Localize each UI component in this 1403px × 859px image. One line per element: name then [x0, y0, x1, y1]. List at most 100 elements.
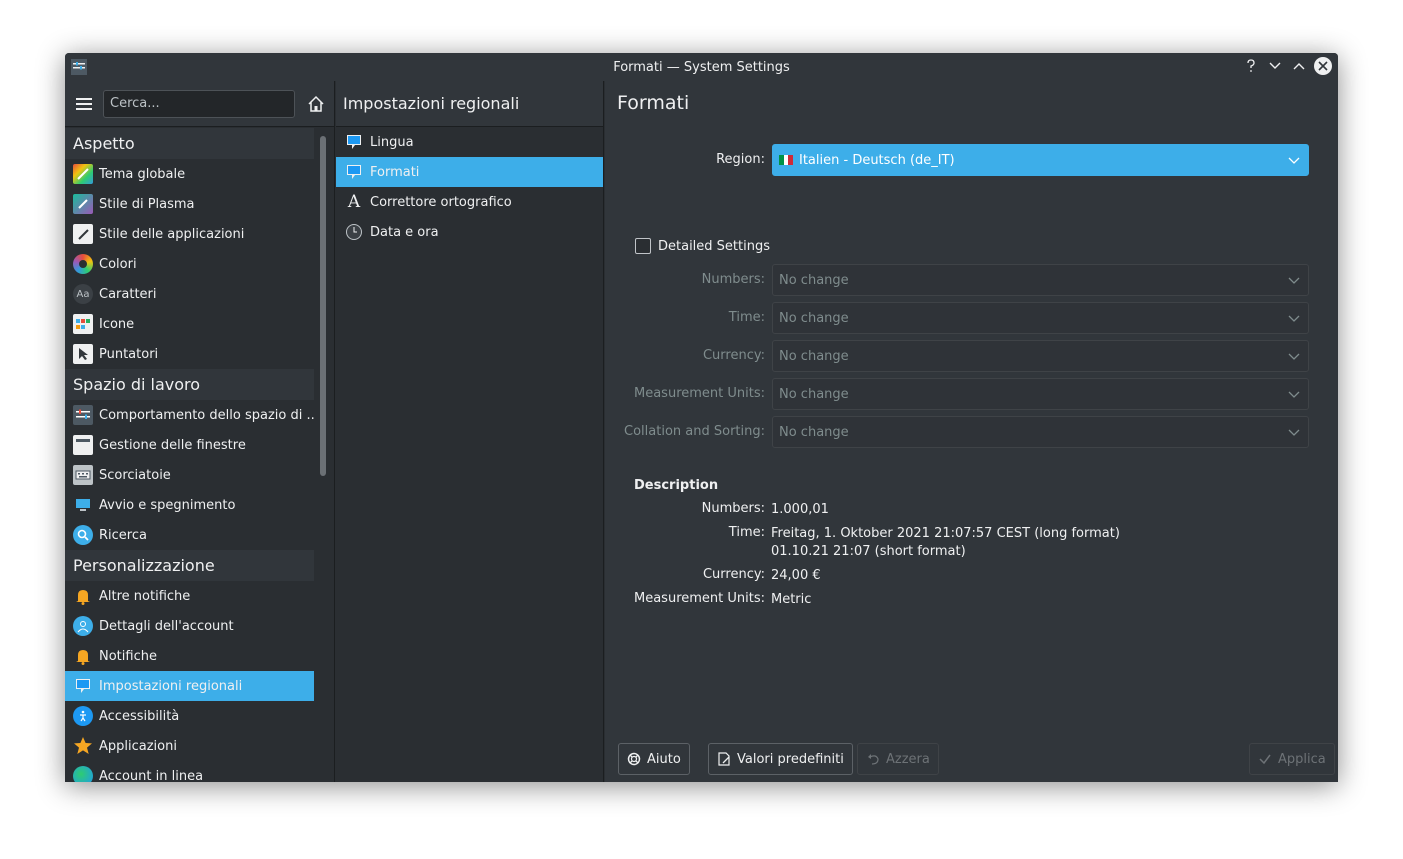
sidebar-item-label: Puntatori	[99, 346, 159, 362]
defaults-button[interactable]: Valori predefiniti	[708, 743, 853, 775]
home-icon[interactable]	[305, 93, 327, 115]
lifebuoy-icon	[627, 752, 641, 766]
window-title: Formati — System Settings	[613, 59, 790, 75]
clock-icon	[344, 222, 364, 242]
apply-button-label: Applica	[1278, 751, 1326, 767]
sidebar-item-impostazioni-regionali[interactable]: Impostazioni regionali	[65, 671, 314, 701]
sidebar-item-label: Avvio e spegnimento	[99, 497, 236, 513]
search-input[interactable]: Cerca...	[103, 89, 295, 118]
chevron-down-icon	[1288, 277, 1300, 284]
sidebar-item-avvio-spegnimento[interactable]: Avvio e spegnimento	[65, 490, 314, 520]
sidebar-item-label: Gestione delle finestre	[99, 437, 246, 453]
description-time-long: Freitag, 1. Oktober 2021 21:07:57 CEST (…	[771, 526, 1120, 541]
close-icon[interactable]	[1314, 57, 1332, 75]
plasma-style-icon	[73, 194, 93, 214]
subcategory-item-correttore[interactable]: A Correttore ortografico	[336, 187, 603, 217]
help-button[interactable]: Aiuto	[618, 743, 690, 775]
help-question-icon[interactable]	[1242, 57, 1260, 75]
sidebar-scrollbar[interactable]	[320, 136, 326, 476]
sidebar-item-puntatori[interactable]: Puntatori	[65, 339, 314, 369]
numbers-select-value: No change	[779, 272, 849, 288]
time-select-value: No change	[779, 310, 849, 326]
sidebar-item-label: Applicazioni	[99, 738, 177, 754]
description-units-label: Measurement Units:	[634, 591, 765, 606]
sidebar-item-label: Accessibilità	[99, 708, 180, 724]
accessibility-icon	[73, 706, 93, 726]
collation-select-value: No change	[779, 424, 849, 440]
subcategory-item-lingua[interactable]: Lingua	[336, 127, 603, 157]
subcategory-item-formati[interactable]: Formati	[336, 157, 603, 187]
language-icon	[344, 132, 364, 152]
sidebar-item-icone[interactable]: Icone	[65, 309, 314, 339]
italy-flag-icon	[779, 155, 794, 165]
sidebar-item-colori[interactable]: Colori	[65, 249, 314, 279]
window-management-icon	[73, 435, 93, 455]
help-button-label: Aiuto	[647, 751, 681, 767]
currency-label: Currency:	[702, 348, 765, 363]
page-title: Formati	[617, 92, 690, 114]
subcategory-panel: Impostazioni regionali Lingua Formati A …	[336, 81, 604, 782]
detailed-settings-checkbox[interactable]	[635, 238, 651, 254]
user-icon	[73, 616, 93, 636]
currency-select[interactable]: No change	[772, 340, 1309, 372]
sidebar-list: Aspetto Tema globale Stile di Plasma Sti…	[65, 128, 314, 782]
cursors-icon	[73, 344, 93, 364]
sidebar-item-scorciatoie[interactable]: Scorciatoie	[65, 460, 314, 490]
sidebar-item-stile-di-plasma[interactable]: Stile di Plasma	[65, 189, 314, 219]
region-value: Italien - Deutsch (de_IT)	[799, 152, 955, 168]
fonts-icon: Aa	[73, 284, 93, 304]
numbers-select[interactable]: No change	[772, 264, 1309, 296]
detailed-settings-row: Detailed Settings	[635, 238, 770, 254]
icons-icon	[73, 314, 93, 334]
reset-button[interactable]: Azzera	[857, 743, 939, 775]
chevron-down-icon	[1288, 391, 1300, 398]
sidebar-item-accessibilita[interactable]: Accessibilità	[65, 701, 314, 731]
sidebar-item-label: Dettagli dell'account	[99, 618, 234, 634]
description-numbers-label: Numbers:	[701, 501, 765, 516]
minimize-chevron-down-icon[interactable]	[1266, 57, 1284, 75]
sidebar-item-altre-notifiche[interactable]: Altre notifiche	[65, 581, 314, 611]
undo-icon	[866, 752, 880, 766]
measurement-select[interactable]: No change	[772, 378, 1309, 410]
globe-icon	[73, 766, 93, 782]
sidebar-item-label: Impostazioni regionali	[99, 678, 243, 694]
sidebar-item-notifiche[interactable]: Notifiche	[65, 641, 314, 671]
sidebar-item-comportamento-spazio[interactable]: Comportamento dello spazio di ...	[65, 400, 314, 430]
sidebar-item-label: Altre notifiche	[99, 588, 191, 604]
time-select[interactable]: No change	[772, 302, 1309, 334]
subcategory-header: Impostazioni regionali	[336, 81, 603, 127]
sidebar-item-label: Scorciatoie	[99, 467, 171, 483]
chevron-down-icon	[1288, 157, 1300, 164]
time-row: Time: No change	[605, 302, 1338, 334]
description-numbers-value: 1.000,01	[771, 502, 829, 517]
hamburger-menu-icon[interactable]	[73, 93, 95, 115]
spellcheck-icon: A	[347, 192, 361, 212]
category-label: Spazio di lavoro	[73, 375, 201, 394]
reset-button-label: Azzera	[886, 751, 930, 767]
system-settings-app-icon	[71, 59, 87, 75]
sidebar-item-ricerca[interactable]: Ricerca	[65, 520, 314, 550]
sidebar-item-label: Account in linea	[99, 768, 204, 783]
sidebar-item-caratteri[interactable]: Aa Caratteri	[65, 279, 314, 309]
detailed-settings-label[interactable]: Detailed Settings	[658, 239, 770, 254]
apply-button[interactable]: Applica	[1249, 743, 1335, 775]
sidebar-item-account-in-linea[interactable]: Account in linea	[65, 761, 314, 782]
chevron-down-icon	[1288, 315, 1300, 322]
title-bar[interactable]: Formati — System Settings	[65, 53, 1338, 81]
subcategory-label: Data e ora	[370, 224, 439, 240]
sidebar-item-dettagli-account[interactable]: Dettagli dell'account	[65, 611, 314, 641]
sidebar-item-tema-globale[interactable]: Tema globale	[65, 159, 314, 189]
subcategory-item-data-ora[interactable]: Data e ora	[336, 217, 603, 247]
workspace-behavior-icon	[73, 405, 93, 425]
region-select[interactable]: Italien - Deutsch (de_IT)	[772, 144, 1309, 176]
collation-select[interactable]: No change	[772, 416, 1309, 448]
chevron-down-icon	[1288, 429, 1300, 436]
sidebar-item-gestione-finestre[interactable]: Gestione delle finestre	[65, 430, 314, 460]
sidebar-item-stile-delle-applicazioni[interactable]: Stile delle applicazioni	[65, 219, 314, 249]
sidebar-header: Cerca...	[65, 81, 334, 127]
category-label: Personalizzazione	[73, 556, 215, 575]
category-spazio-di-lavoro: Spazio di lavoro	[65, 369, 314, 400]
sidebar-item-label: Colori	[99, 256, 137, 272]
sidebar-item-applicazioni[interactable]: Applicazioni	[65, 731, 314, 761]
maximize-chevron-up-icon[interactable]	[1290, 57, 1308, 75]
